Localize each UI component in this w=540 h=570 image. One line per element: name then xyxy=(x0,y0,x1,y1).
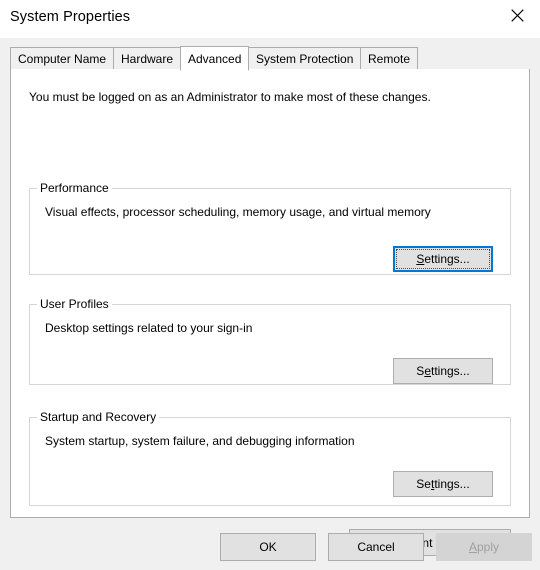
startup-recovery-settings-button[interactable]: Settings... xyxy=(393,471,493,497)
cancel-button[interactable]: Cancel xyxy=(328,533,424,561)
button-label: Apply xyxy=(468,540,500,554)
ok-button[interactable]: OK xyxy=(220,533,316,561)
close-icon[interactable] xyxy=(494,0,540,30)
group-description: Visual effects, processor scheduling, me… xyxy=(45,205,431,219)
advanced-tab-panel: You must be logged on as an Administrato… xyxy=(10,69,530,556)
tab-label: Advanced xyxy=(188,51,242,66)
dialog-footer: OK Cancel Apply xyxy=(0,518,540,570)
tab-strip: Computer Name Hardware Advanced System P… xyxy=(10,46,530,71)
user-profiles-settings-button[interactable]: Settings... xyxy=(393,358,493,384)
group-title: Performance xyxy=(37,181,112,195)
group-startup-and-recovery: Startup and Recovery System startup, sys… xyxy=(29,410,511,506)
button-label: OK xyxy=(259,540,277,554)
performance-settings-button[interactable]: Settings... xyxy=(393,246,493,272)
group-user-profiles: User Profiles Desktop settings related t… xyxy=(29,297,511,385)
tab-system-protection[interactable]: System Protection xyxy=(248,47,362,70)
group-title: User Profiles xyxy=(37,297,112,311)
button-label: Cancel xyxy=(357,540,395,554)
button-label: Settings... xyxy=(416,252,470,266)
tab-label: Remote xyxy=(368,52,411,66)
tab-remote[interactable]: Remote xyxy=(360,47,419,70)
group-performance: Performance Visual effects, processor sc… xyxy=(29,181,511,275)
button-label: Settings... xyxy=(416,364,470,378)
tab-label: System Protection xyxy=(256,52,354,66)
group-description: Desktop settings related to your sign-in xyxy=(45,321,253,335)
tab-computer-name[interactable]: Computer Name xyxy=(10,47,115,70)
system-properties-dialog: System Properties Computer Name Hardware… xyxy=(0,0,540,570)
apply-button: Apply xyxy=(436,533,532,561)
tab-hardware[interactable]: Hardware xyxy=(113,47,182,70)
group-description: System startup, system failure, and debu… xyxy=(45,434,355,448)
window-title: System Properties xyxy=(10,9,131,25)
tab-label: Hardware xyxy=(121,52,174,66)
tab-advanced[interactable]: Advanced xyxy=(180,46,250,71)
group-title: Startup and Recovery xyxy=(37,410,160,424)
title-bar: System Properties xyxy=(0,0,540,38)
button-label: Settings... xyxy=(416,477,470,491)
administrator-notice: You must be logged on as an Administrato… xyxy=(29,90,431,104)
tab-label: Computer Name xyxy=(18,52,107,66)
